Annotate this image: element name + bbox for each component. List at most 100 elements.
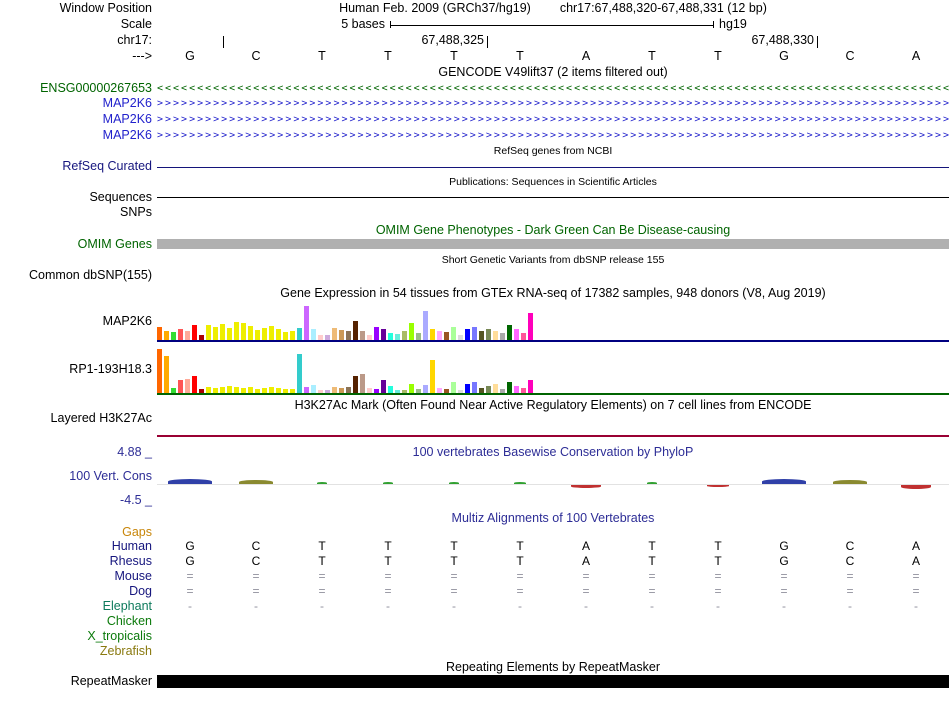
gtex-tissue-bar[interactable] — [423, 311, 428, 340]
gtex-tissue-bar[interactable] — [409, 384, 414, 393]
gtex-tissue-bar[interactable] — [227, 328, 232, 340]
gtex-tissue-bar[interactable] — [164, 331, 169, 340]
gencode-gene-label-map2k6[interactable]: MAP2K6 — [0, 97, 152, 110]
gtex-tissue-bar[interactable] — [213, 327, 218, 340]
gtex-tissue-bar[interactable] — [451, 382, 456, 393]
gtex-tissue-bar[interactable] — [353, 376, 358, 393]
gtex-tissue-bar[interactable] — [360, 374, 365, 393]
gtex-tissue-bar[interactable] — [423, 385, 428, 393]
gtex-tissue-bar[interactable] — [507, 382, 512, 393]
track-label-sequences[interactable]: Sequences — [0, 191, 152, 204]
gtex-tissue-bar[interactable] — [171, 332, 176, 340]
gencode-gene-label-map2k6[interactable]: MAP2K6 — [0, 113, 152, 126]
gencode-gene-label-map2k6[interactable]: MAP2K6 — [0, 129, 152, 142]
gtex-tissue-bar[interactable] — [339, 330, 344, 340]
gtex-tissue-bar[interactable] — [416, 333, 421, 340]
species-label-elephant[interactable]: Elephant — [0, 600, 152, 613]
gtex-tissue-bar[interactable] — [514, 386, 519, 393]
gtex-tissue-bar[interactable] — [444, 332, 449, 340]
gtex-tissue-bar[interactable] — [388, 386, 393, 393]
gene-line-forward-strand[interactable]: >>>>>>>>>>>>>>>>>>>>>>>>>>>>>>>>>>>>>>>>… — [157, 97, 949, 110]
species-label-dog[interactable]: Dog — [0, 585, 152, 598]
gtex-tissue-bar[interactable] — [304, 306, 309, 340]
gene-line-forward-strand[interactable]: >>>>>>>>>>>>>>>>>>>>>>>>>>>>>>>>>>>>>>>>… — [157, 129, 949, 142]
repeatmasker-element-bar[interactable] — [157, 675, 949, 688]
gtex-tissue-bar[interactable] — [283, 332, 288, 340]
gtex-tissue-bar[interactable] — [360, 331, 365, 340]
refseq-track-line[interactable] — [157, 167, 949, 168]
gtex-tissue-bar[interactable] — [164, 356, 169, 393]
species-label-human[interactable]: Human — [0, 540, 152, 553]
track-label-repeatmasker[interactable]: RepeatMasker — [0, 675, 152, 688]
gtex-tissue-bar[interactable] — [192, 376, 197, 393]
gtex-tissue-bar[interactable] — [388, 333, 393, 340]
gtex-expression-bars-rp1[interactable] — [157, 345, 533, 393]
track-label-gtex-map2k6[interactable]: MAP2K6 — [0, 315, 152, 328]
gtex-tissue-bar[interactable] — [381, 329, 386, 340]
gtex-tissue-bar[interactable] — [374, 327, 379, 340]
gtex-tissue-bar[interactable] — [178, 329, 183, 340]
gtex-tissue-bar[interactable] — [472, 382, 477, 393]
gtex-tissue-bar[interactable] — [472, 327, 477, 340]
gtex-tissue-bar[interactable] — [437, 331, 442, 340]
species-label-x_tropicalis[interactable]: X_tropicalis — [0, 630, 152, 643]
track-label-snps[interactable]: SNPs — [0, 206, 152, 219]
gtex-tissue-bar[interactable] — [248, 326, 253, 340]
gtex-tissue-bar[interactable] — [353, 321, 358, 340]
gtex-tissue-bar[interactable] — [409, 323, 414, 340]
gencode-gene-label-ensg00000267653[interactable]: ENSG00000267653 — [0, 82, 152, 95]
gtex-tissue-bar[interactable] — [430, 360, 435, 393]
gtex-tissue-bar[interactable] — [227, 386, 232, 393]
gtex-expression-bars-map2k6[interactable] — [157, 302, 533, 340]
gtex-tissue-bar[interactable] — [507, 325, 512, 340]
gtex-tissue-bar[interactable] — [290, 331, 295, 340]
gtex-tissue-bar[interactable] — [297, 354, 302, 393]
omim-gene-bar[interactable] — [157, 239, 949, 249]
gtex-tissue-bar[interactable] — [234, 322, 239, 340]
species-label-rhesus[interactable]: Rhesus — [0, 555, 152, 568]
track-label-refseq-curated[interactable]: RefSeq Curated — [0, 160, 152, 173]
gtex-tissue-bar[interactable] — [346, 331, 351, 340]
gtex-tissue-bar[interactable] — [430, 329, 435, 340]
publications-track-line[interactable] — [157, 197, 949, 198]
gene-line-forward-strand[interactable]: >>>>>>>>>>>>>>>>>>>>>>>>>>>>>>>>>>>>>>>>… — [157, 113, 949, 126]
gtex-tissue-bar[interactable] — [479, 331, 484, 340]
gtex-tissue-bar[interactable] — [486, 386, 491, 393]
gtex-tissue-bar[interactable] — [157, 349, 162, 393]
gtex-tissue-bar[interactable] — [528, 313, 533, 340]
species-label-gaps[interactable]: Gaps — [0, 526, 152, 539]
gtex-tissue-bar[interactable] — [493, 331, 498, 340]
gtex-tissue-bar[interactable] — [486, 329, 491, 340]
gtex-tissue-bar[interactable] — [185, 331, 190, 340]
gtex-tissue-bar[interactable] — [276, 329, 281, 340]
gtex-tissue-bar[interactable] — [206, 325, 211, 340]
gtex-tissue-bar[interactable] — [521, 333, 526, 340]
gtex-tissue-bar[interactable] — [528, 380, 533, 393]
gtex-tissue-bar[interactable] — [332, 328, 337, 340]
gene-line-reverse-strand[interactable]: <<<<<<<<<<<<<<<<<<<<<<<<<<<<<<<<<<<<<<<<… — [157, 82, 949, 95]
track-label-common-dbsnp[interactable]: Common dbSNP(155) — [0, 269, 152, 282]
gtex-tissue-bar[interactable] — [402, 331, 407, 340]
gtex-tissue-bar[interactable] — [514, 329, 519, 340]
species-label-zebrafish[interactable]: Zebrafish — [0, 645, 152, 658]
track-label-layered-h3k27ac[interactable]: Layered H3K27Ac — [0, 412, 152, 425]
track-label-gtex-rp1[interactable]: RP1-193H18.3 — [0, 363, 152, 376]
gtex-tissue-bar[interactable] — [465, 384, 470, 393]
gtex-gene-line-rp1[interactable] — [157, 393, 949, 395]
gtex-tissue-bar[interactable] — [262, 328, 267, 340]
gtex-tissue-bar[interactable] — [185, 379, 190, 393]
gtex-tissue-bar[interactable] — [500, 333, 505, 340]
gtex-tissue-bar[interactable] — [157, 327, 162, 340]
gtex-tissue-bar[interactable] — [192, 325, 197, 340]
gtex-tissue-bar[interactable] — [381, 380, 386, 393]
species-label-chicken[interactable]: Chicken — [0, 615, 152, 628]
gtex-tissue-bar[interactable] — [255, 330, 260, 340]
gtex-tissue-bar[interactable] — [465, 329, 470, 340]
gtex-tissue-bar[interactable] — [269, 326, 274, 340]
gtex-tissue-bar[interactable] — [297, 328, 302, 340]
gtex-tissue-bar[interactable] — [311, 329, 316, 340]
gtex-tissue-bar[interactable] — [493, 384, 498, 393]
gtex-tissue-bar[interactable] — [220, 324, 225, 340]
track-label-100-vert-cons[interactable]: 100 Vert. Cons — [0, 470, 152, 483]
gtex-tissue-bar[interactable] — [451, 327, 456, 340]
